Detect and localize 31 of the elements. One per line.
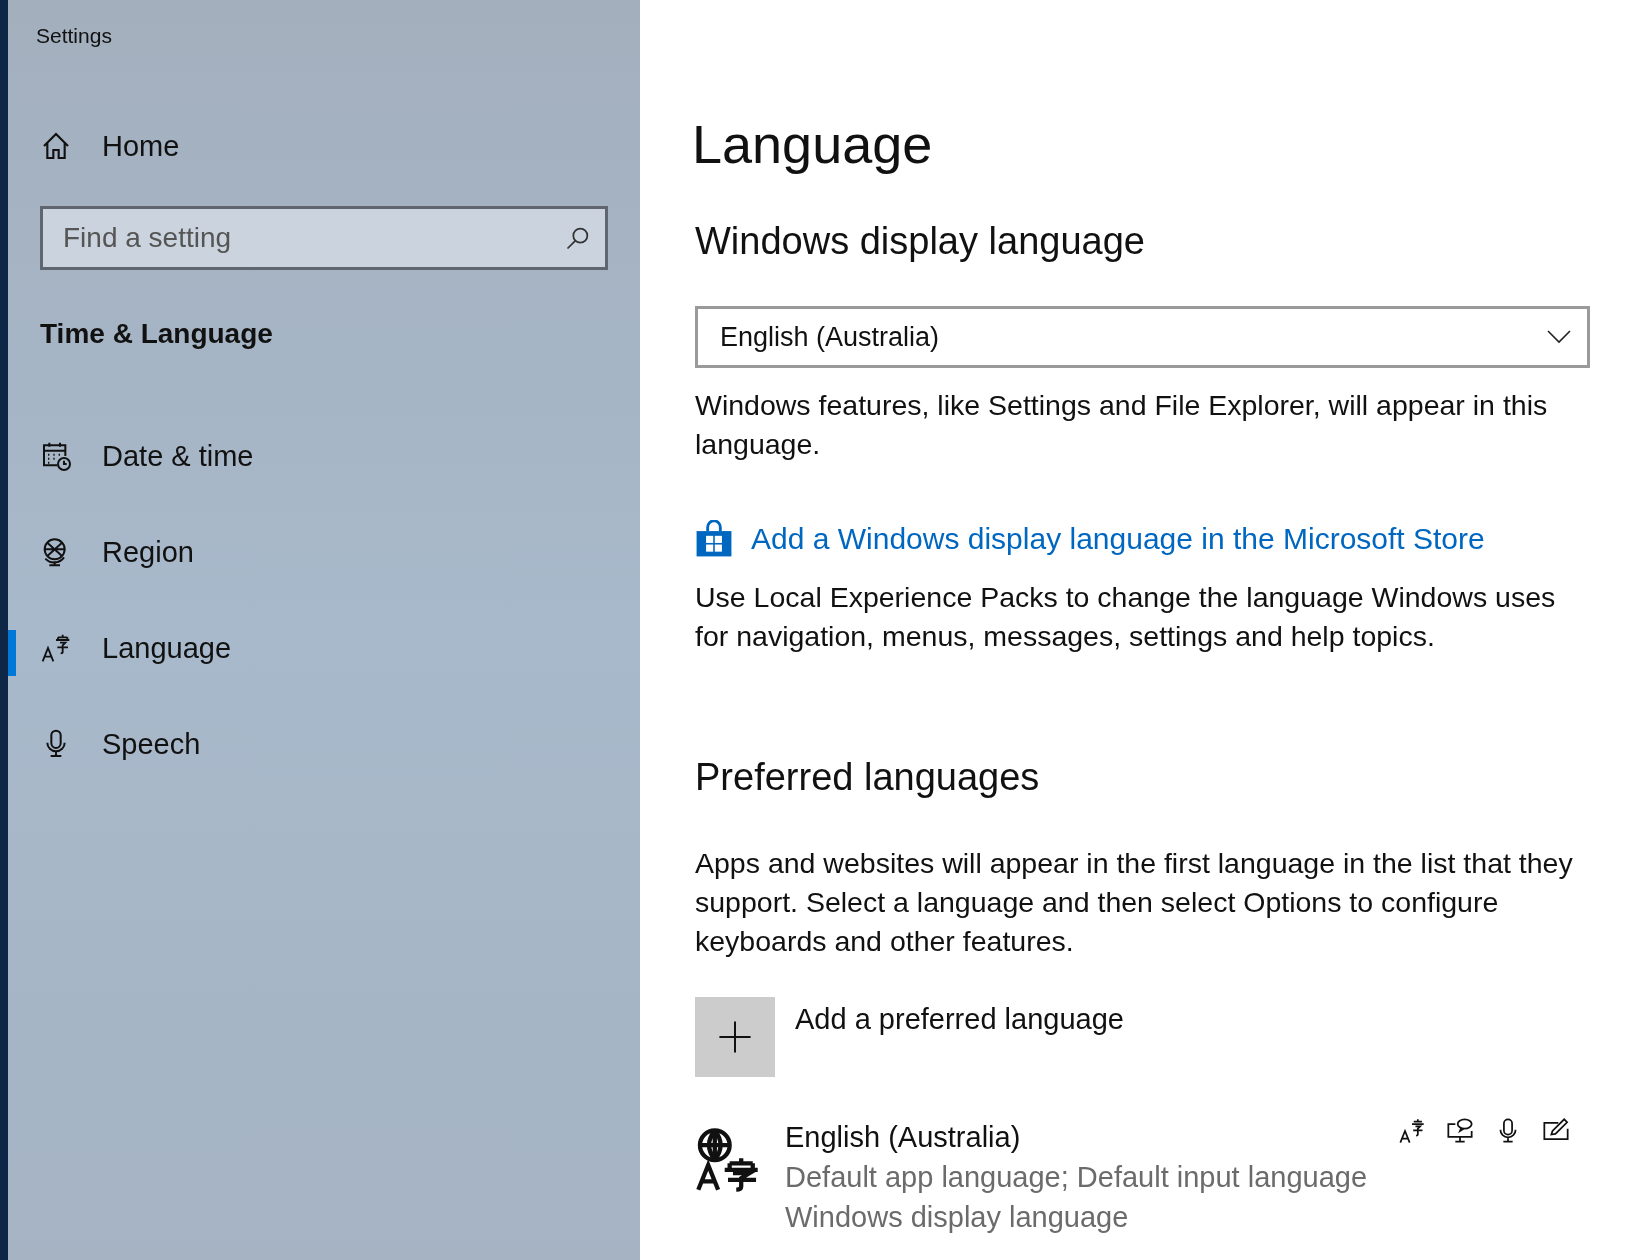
description-text: Apps and websites will appear in the first language in the list that they support. Select a language and then select Options to configure keyboards and other features. — [695, 846, 1574, 959]
plus-icon — [718, 1020, 752, 1054]
add-button[interactable] — [695, 997, 775, 1077]
monitor-speech-icon — [1446, 1117, 1474, 1145]
sidebar-item[interactable]: Speech — [8, 696, 640, 792]
sidebar-item[interactable]: Date & time — [8, 408, 640, 504]
add-language-label[interactable]: Add a preferred language — [795, 997, 1124, 1036]
sidebar-item[interactable]: Language — [8, 600, 640, 696]
language-detail: Default app language; Default input language — [785, 1160, 1369, 1195]
window-title: Settings — [35, 23, 113, 49]
language-icon — [1398, 1117, 1426, 1145]
search-field[interactable]: Find a setting — [40, 206, 608, 270]
home-nav-item[interactable]: Home — [8, 96, 640, 196]
language-name: English (Australia) — [785, 1120, 1022, 1155]
sidebar-item[interactable]: Region — [8, 504, 640, 600]
description-text: Windows features, like Settings and File Explorer, will appear in this language. — [695, 388, 1549, 462]
section-heading: Preferred languages — [695, 755, 1041, 800]
language-detail: Windows display language — [785, 1200, 1130, 1235]
calendar-clock-icon — [40, 440, 72, 472]
language-globe-icon — [695, 1127, 761, 1193]
note-text: Use Local Experience Packs to change the language Windows uses for navigation, menus, messages, settings and help topics. — [695, 580, 1557, 654]
chevron-down-icon — [1547, 330, 1571, 344]
language-dropdown[interactable]: English (Australia) — [695, 306, 1590, 368]
language-icon — [40, 632, 72, 664]
shopping-bag-icon — [695, 520, 733, 558]
language-list-item[interactable]: English (Australia) Default app language; Default input language Windows display language — [695, 1117, 1590, 1237]
store-link[interactable]: Add a Windows display language in the Microsoft Store — [751, 522, 1485, 556]
page-title: Language — [692, 113, 934, 176]
section-heading: Windows display language — [695, 219, 1146, 264]
home-label: Home — [102, 129, 180, 163]
section-heading: Time & Language — [39, 317, 274, 351]
